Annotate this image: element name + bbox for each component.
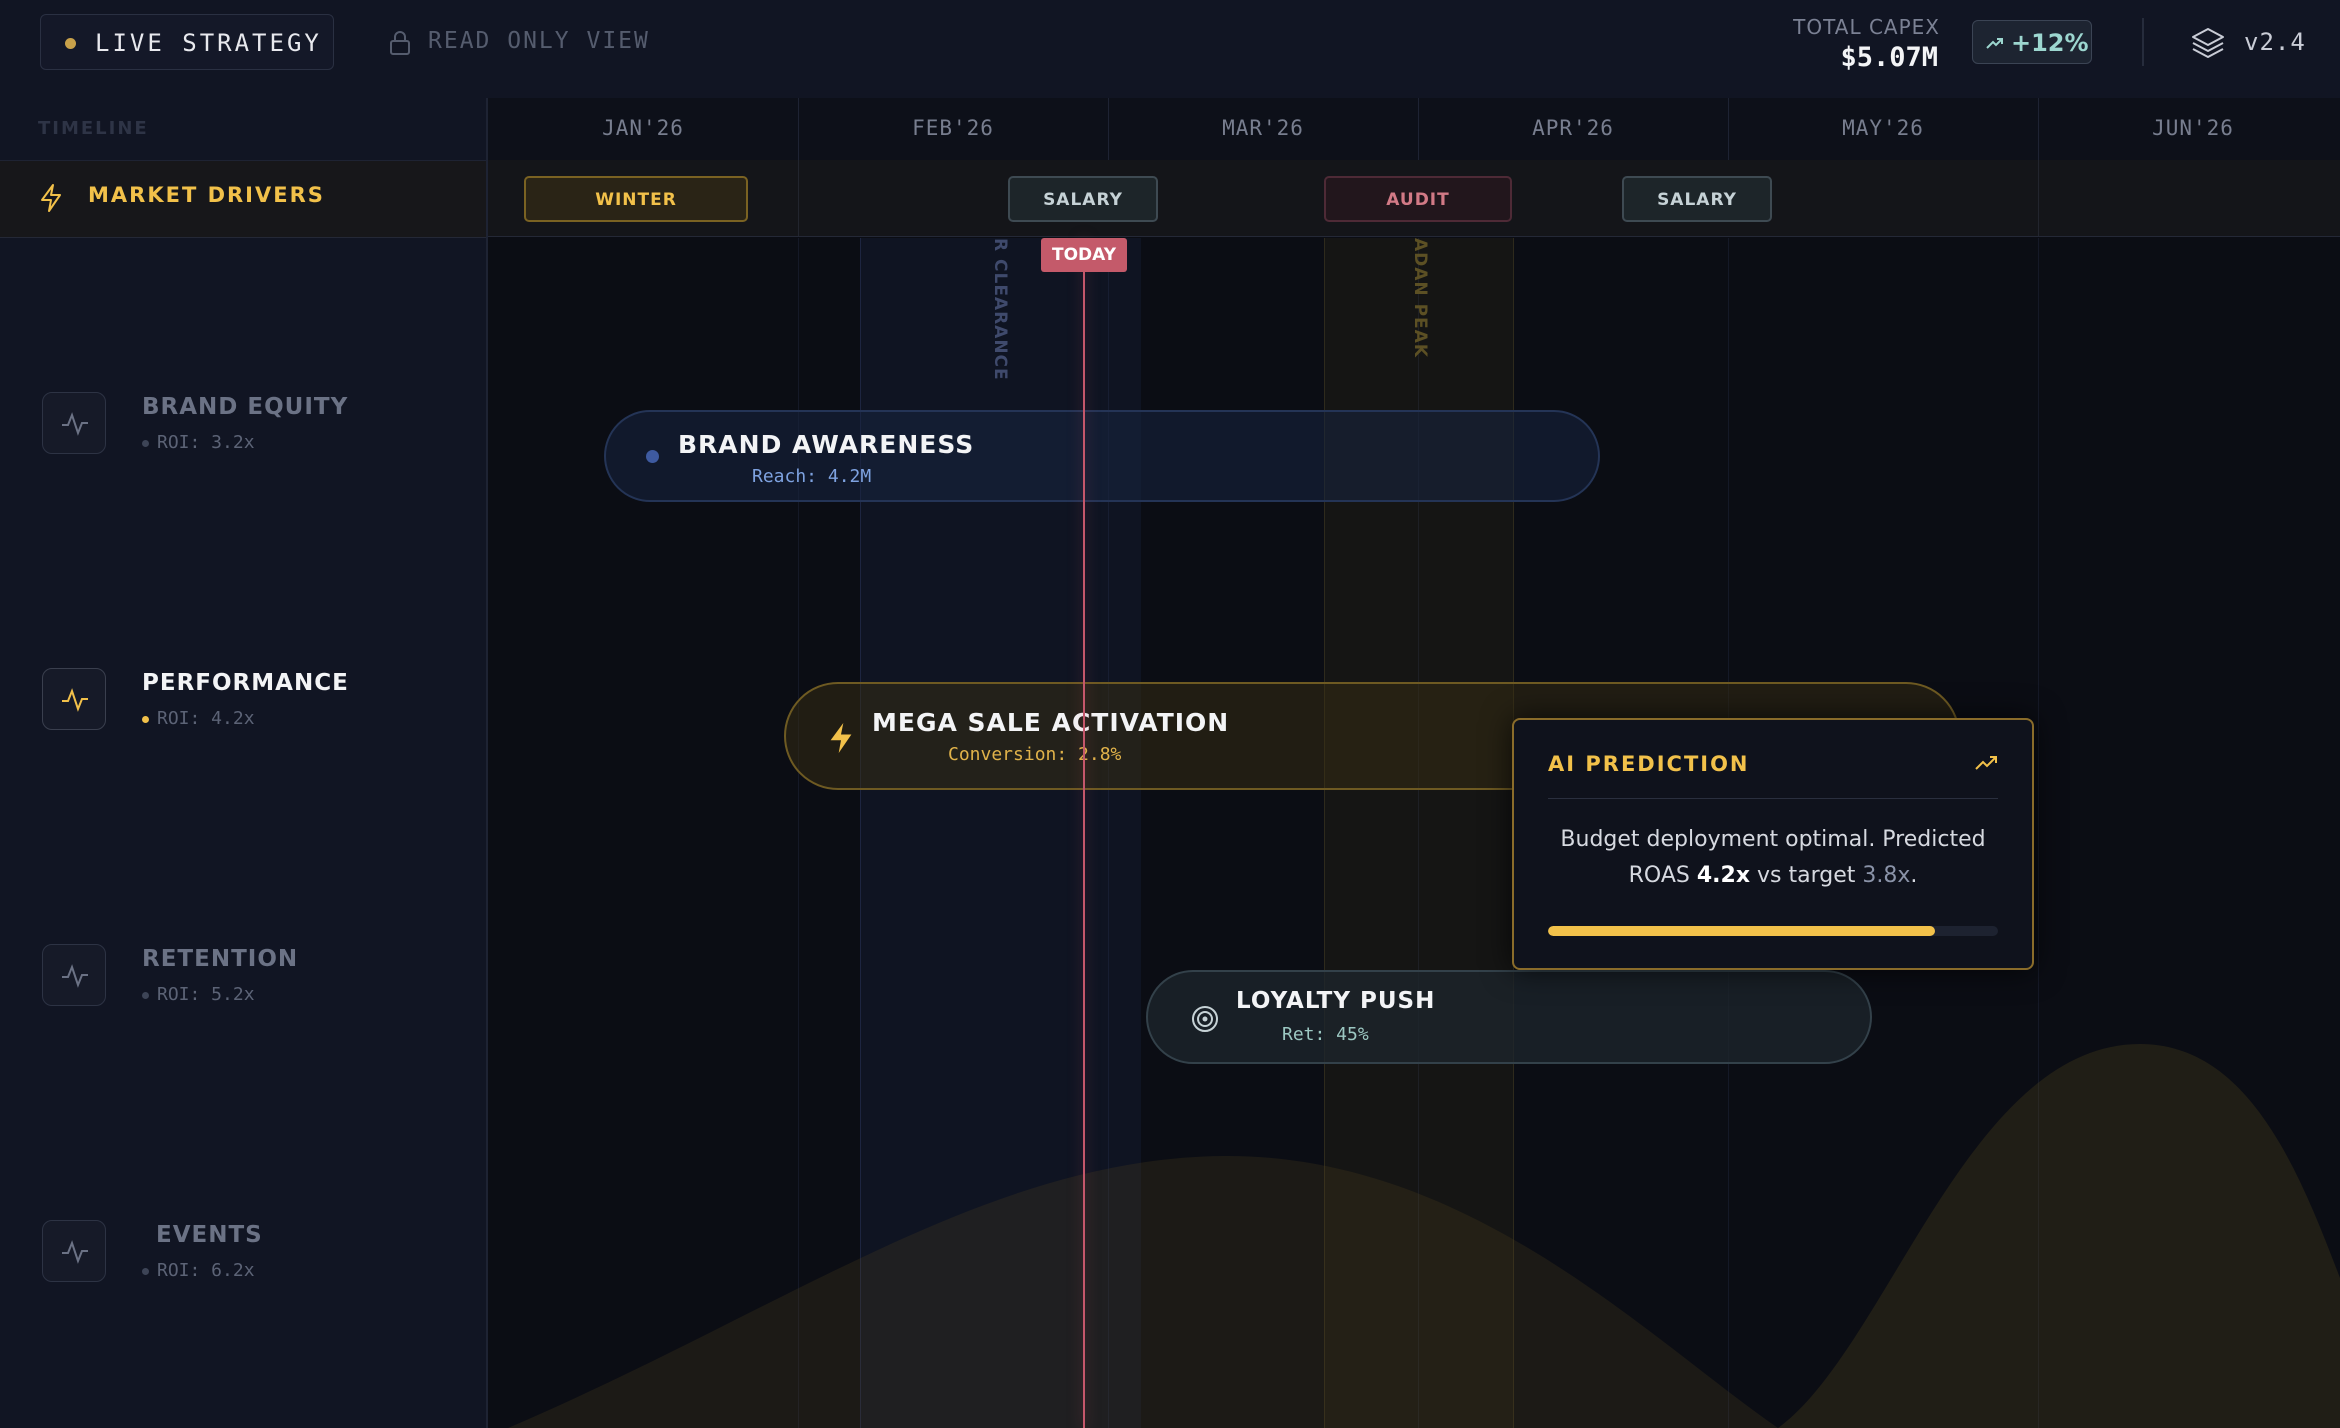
trend-up-icon[interactable] [1974, 752, 2000, 774]
ai-card-divider [1548, 798, 1998, 799]
category-sidebar: TIMELINE MARKET DRIVERS BRAND EQUITY ROI… [0, 98, 488, 1428]
driver-chip-salary[interactable]: SALARY [1008, 176, 1158, 222]
month-separator [798, 98, 799, 160]
header-divider [2142, 18, 2144, 66]
campaign-title: LOYALTY PUSH [1236, 988, 1436, 1014]
campaign-title: MEGA SALE ACTIVATION [872, 708, 1230, 737]
capex-delta-value: +12% [2011, 29, 2089, 57]
roi-dot [142, 439, 149, 447]
ai-confidence-fill [1548, 926, 1935, 936]
category-events[interactable]: EVENTS [156, 1222, 263, 1248]
performance-icon-box[interactable] [42, 668, 106, 730]
brand-equity-icon-box[interactable] [42, 392, 106, 454]
ai-prediction-title: AI PREDICTION [1548, 752, 1750, 776]
top-bar: LIVE STRATEGY READ ONLY VIEW TOTAL CAPEX… [0, 0, 2340, 99]
driver-chip-winter[interactable]: WINTER [524, 176, 748, 222]
category-retention[interactable]: RETENTION [142, 946, 298, 972]
category-brand-equity-roi: ROI: 3.2x [142, 432, 255, 453]
lightning-icon [830, 723, 852, 753]
category-performance[interactable]: PERFORMANCE [142, 670, 349, 696]
roi-value: ROI: 3.2x [157, 432, 255, 453]
live-status-dot [65, 38, 76, 49]
ai-text-part: vs target [1750, 863, 1863, 888]
roi-dot [142, 1267, 149, 1275]
market-drivers-header: MARKET DRIVERS [0, 160, 486, 238]
campaign-brand-awareness[interactable]: BRAND AWARENESS Reach: 4.2M [604, 410, 1600, 502]
campaign-loyalty-push[interactable]: LOYALTY PUSH Ret: 45% [1146, 970, 1872, 1064]
pulse-icon [62, 412, 88, 436]
pulse-icon [62, 688, 88, 712]
roi-dot [142, 715, 149, 723]
market-drivers-track: WINTER SALARY AUDIT SALARY [488, 160, 2340, 237]
roi-value: ROI: 5.2x [157, 984, 255, 1005]
driver-chip-audit[interactable]: AUDIT [1324, 176, 1512, 222]
category-events-roi: ROI: 6.2x [142, 1260, 255, 1281]
roi-value: ROI: 4.2x [157, 708, 255, 729]
retention-icon-box[interactable] [42, 944, 106, 1006]
roi-value: ROI: 6.2x [157, 1260, 255, 1281]
market-drivers-label: MARKET DRIVERS [88, 183, 325, 207]
month-label: JAN'26 [602, 116, 684, 140]
month-separator [2038, 160, 2039, 236]
trend-up-icon [1986, 38, 2003, 49]
live-strategy-toggle[interactable]: LIVE STRATEGY [40, 14, 334, 70]
month-header: JAN'26 FEB'26 MAR'26 APR'26 MAY'26 JUN'2… [488, 98, 2340, 161]
today-marker-line [1083, 238, 1085, 1428]
month-separator [1108, 98, 1109, 160]
month-label: FEB'26 [912, 116, 994, 140]
ai-target-value: 3.8x [1862, 863, 1911, 888]
campaign-status-dot [646, 450, 659, 463]
ai-confidence-track [1548, 926, 1998, 936]
version-label: v2.4 [2244, 28, 2306, 56]
ai-prediction-text: Budget deployment optimal. Predicted ROA… [1544, 822, 2002, 894]
layers-icon[interactable] [2190, 25, 2226, 61]
today-badge: TODAY [1041, 238, 1127, 272]
roi-dot [142, 991, 149, 999]
lock-icon [390, 31, 410, 55]
timeline-label: TIMELINE [38, 118, 149, 139]
month-separator [1418, 98, 1419, 160]
month-separator [798, 160, 799, 236]
capex-delta-badge: +12% [1972, 20, 2092, 64]
category-brand-equity[interactable]: BRAND EQUITY [142, 394, 348, 420]
month-separator [1728, 98, 1729, 160]
target-icon [1192, 1006, 1218, 1032]
pulse-icon [62, 964, 88, 988]
month-separator [2038, 98, 2039, 160]
ai-text-part: . [1910, 863, 1918, 888]
lightning-icon [41, 184, 61, 212]
category-performance-roi: ROI: 4.2x [142, 708, 255, 729]
timeline-canvas: R CLEARANCE ADAN PEAK BRAND AWARENESS Re… [488, 238, 2340, 1428]
events-icon-box[interactable] [42, 1220, 106, 1282]
total-capex-value: $5.07M [1840, 42, 1938, 73]
month-label: MAY'26 [1842, 116, 1924, 140]
read-only-label: READ ONLY VIEW [428, 28, 650, 54]
total-capex-label: TOTAL CAPEX [1793, 15, 1940, 39]
ai-roas-value: 4.2x [1696, 863, 1751, 888]
live-strategy-label: LIVE STRATEGY [95, 29, 322, 57]
campaign-title: BRAND AWARENESS [678, 430, 975, 459]
campaign-metric: Reach: 4.2M [752, 466, 872, 487]
month-label: JUN'26 [2152, 116, 2234, 140]
month-label: MAR'26 [1222, 116, 1304, 140]
driver-chip-salary[interactable]: SALARY [1622, 176, 1772, 222]
pulse-icon [62, 1240, 88, 1264]
category-retention-roi: ROI: 5.2x [142, 984, 255, 1005]
campaign-metric: Conversion: 2.8% [948, 744, 1122, 765]
ai-prediction-card: AI PREDICTION Budget deployment optimal.… [1512, 718, 2034, 970]
campaign-metric: Ret: 45% [1282, 1024, 1369, 1045]
month-label: APR'26 [1532, 116, 1614, 140]
